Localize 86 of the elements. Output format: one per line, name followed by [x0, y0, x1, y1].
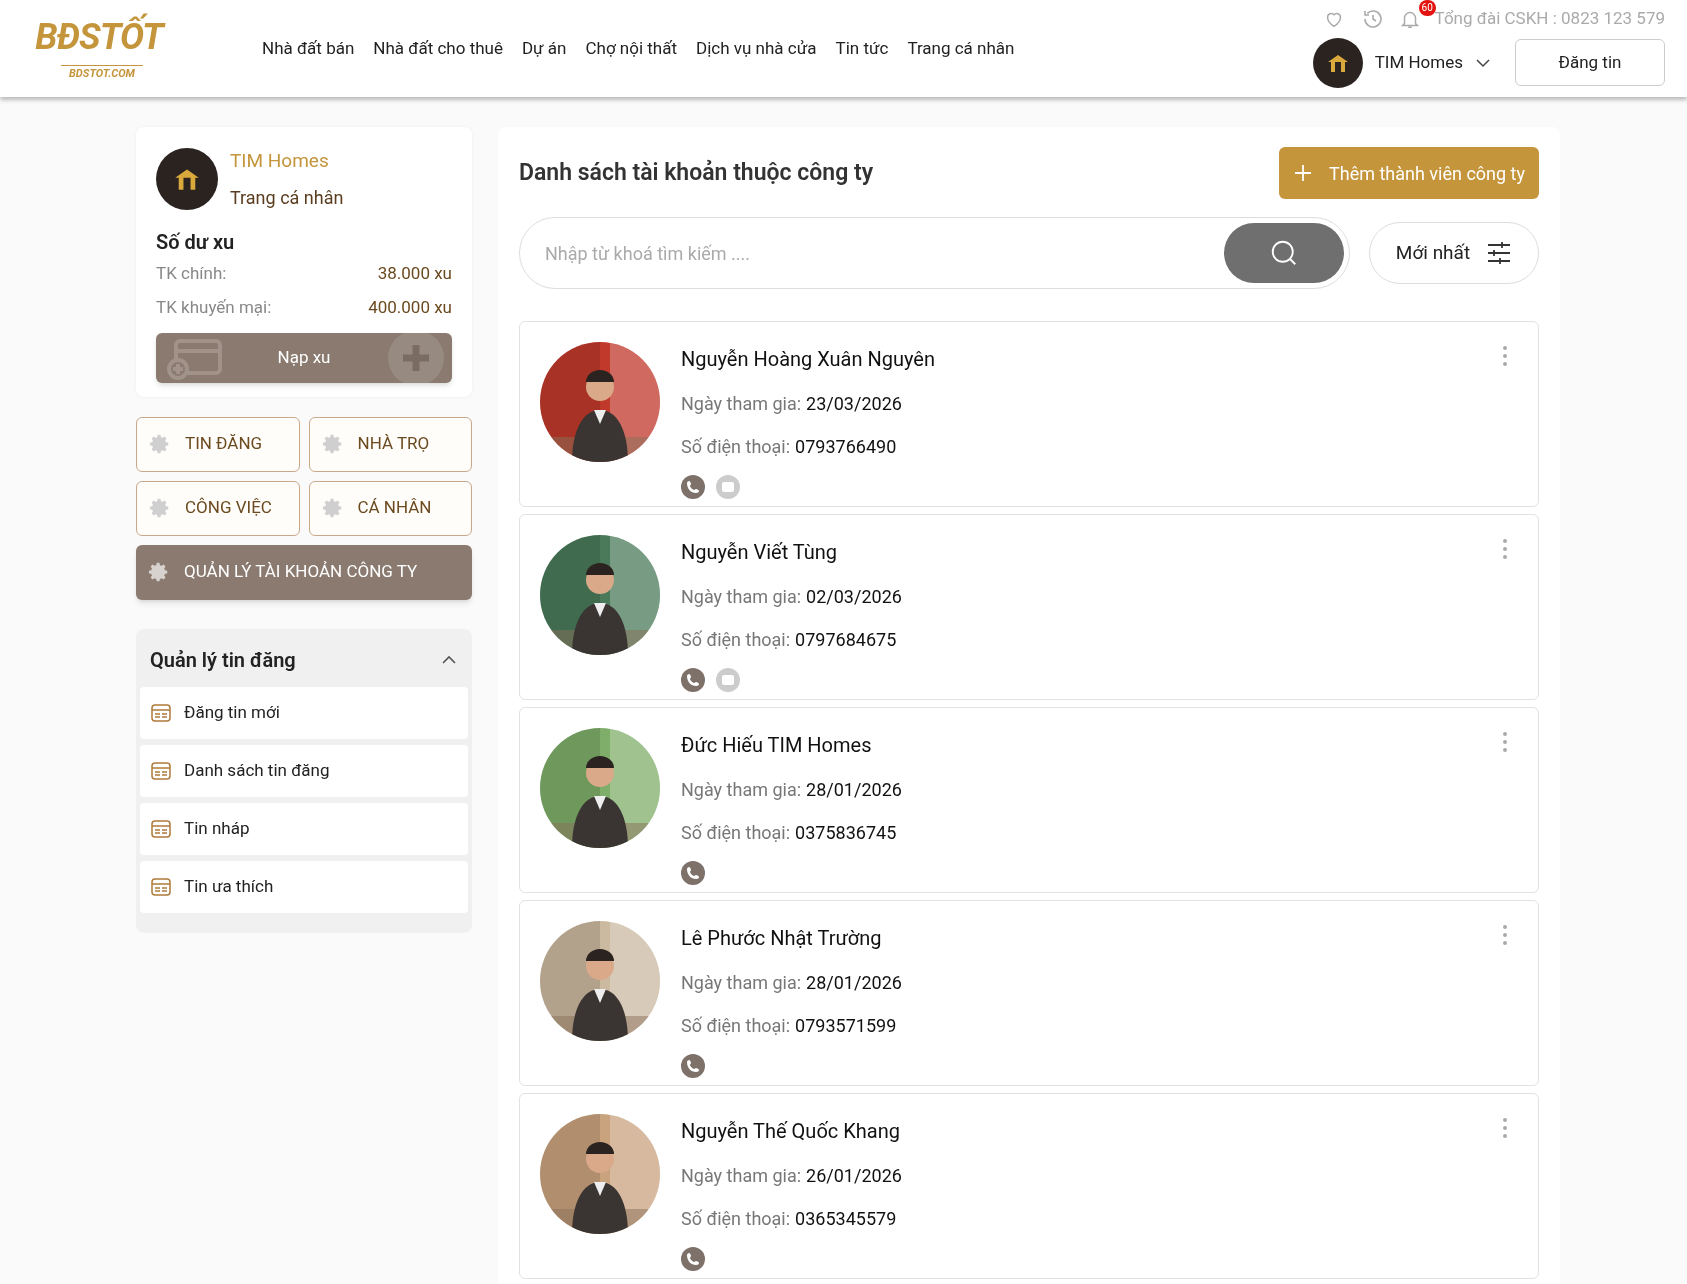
phone-number: 0375836745: [795, 821, 897, 845]
member-name: Nguyễn Viết Tùng: [681, 539, 839, 566]
phone-number-label: Số điện thoại:: [681, 435, 791, 459]
menu-item[interactable]: Tin ưa thích: [140, 860, 468, 913]
logo-domain: BDSTOT.COM: [61, 65, 143, 83]
balance-value: 400.000 xu: [368, 296, 452, 319]
phone-icon[interactable]: [681, 475, 705, 499]
phone-number-label: Số điện thoại:: [681, 628, 791, 652]
house-logo-icon: [1326, 53, 1349, 72]
filter-icon: [1486, 240, 1513, 266]
hotline-text: Tổng đài CSKH : 0823 123 579: [1434, 7, 1665, 30]
phone-icon[interactable]: [681, 1247, 705, 1271]
list-icon: [150, 701, 172, 724]
balance-label: TK chính:: [156, 261, 227, 285]
more-icon[interactable]: [1502, 925, 1508, 945]
menu-item[interactable]: Danh sách tin đăng: [140, 744, 468, 797]
join-date-label: Ngày tham gia:: [681, 392, 802, 416]
join-date: 23/03/2026: [806, 392, 902, 416]
phone-icon[interactable]: [681, 861, 705, 885]
phone-icon[interactable]: [681, 668, 705, 692]
notification-badge: 60: [1418, 0, 1436, 16]
search-button[interactable]: [1224, 223, 1344, 283]
search-icon: [1269, 238, 1299, 268]
page-title: Danh sách tài khoản thuộc công ty: [519, 157, 874, 188]
section-tab[interactable]: QUẢN LÝ TÀI KHOẢN CÔNG TY: [136, 544, 472, 600]
join-date-label: Ngày tham gia:: [681, 585, 802, 609]
phone-number: 0365345579: [795, 1207, 897, 1231]
member-name: Đức Hiếu TIM Homes: [681, 732, 873, 759]
section-tab[interactable]: TIN ĐĂNG: [136, 416, 300, 472]
join-date: 28/01/2026: [806, 971, 902, 995]
gear-icon: [149, 497, 171, 519]
post-button[interactable]: Đăng tin: [1515, 39, 1665, 86]
balance-value: 38.000 xu: [377, 261, 452, 285]
phone-number: 0797684675: [795, 628, 897, 652]
phone-number: 0793766490: [795, 435, 897, 459]
plus-icon: [1293, 163, 1313, 183]
balance-label: TK khuyến mại:: [156, 296, 272, 319]
phone-number-label: Số điện thoại:: [681, 821, 791, 845]
join-date: 02/03/2026: [806, 585, 902, 609]
more-icon[interactable]: [1502, 346, 1508, 366]
profile-name: TIM Homes: [230, 148, 330, 174]
phone-number-label: Số điện thoại:: [681, 1014, 791, 1038]
menu-item[interactable]: Đăng tin mới: [140, 686, 468, 739]
member-name: Nguyễn Thế Quốc Khang: [681, 1118, 901, 1145]
phone-number: 0793571599: [795, 1014, 897, 1038]
list-icon: [150, 817, 172, 840]
join-date: 26/01/2026: [806, 1164, 902, 1188]
user-menu[interactable]: TIM Homes: [1374, 49, 1491, 76]
join-date-label: Ngày tham gia:: [681, 1164, 802, 1188]
join-date-label: Ngày tham gia:: [681, 971, 802, 995]
more-icon[interactable]: [1502, 1118, 1508, 1138]
profile-link[interactable]: Trang cá nhân: [230, 183, 344, 211]
chat-icon[interactable]: [716, 475, 740, 499]
nav-link[interactable]: Dự án: [521, 35, 567, 62]
chat-icon[interactable]: [716, 668, 740, 692]
section-tab[interactable]: NHÀ TRỌ: [308, 416, 472, 472]
house-logo-icon: [174, 167, 200, 190]
section-tab[interactable]: CÁ NHÂN: [308, 480, 472, 536]
gear-icon: [321, 433, 344, 455]
nav-link[interactable]: Tin tức: [835, 35, 889, 62]
panel-title: Quản lý tin đăng: [150, 646, 296, 674]
plus-icon: [386, 332, 446, 383]
member-name: Lê Phước Nhật Trường: [681, 925, 883, 952]
card-icon: [164, 336, 224, 381]
section-tab[interactable]: CÔNG VIỆC: [136, 480, 300, 536]
list-icon: [150, 875, 172, 898]
list-icon: [150, 759, 172, 782]
nav-link[interactable]: Dịch vụ nhà cửa: [696, 35, 817, 62]
gear-icon: [148, 561, 170, 583]
join-date: 28/01/2026: [806, 778, 902, 802]
nav-link[interactable]: Trang cá nhân: [907, 35, 1015, 62]
nav-link[interactable]: Nhà đất cho thuê: [373, 35, 503, 62]
more-icon[interactable]: [1502, 732, 1508, 752]
balance-title: Số dư xu: [156, 228, 236, 256]
menu-item[interactable]: Tin nháp: [140, 802, 468, 855]
search-field[interactable]: Nhập từ khoá tìm kiếm ....: [545, 239, 1224, 267]
nav-link[interactable]: Chợ nội thất: [585, 35, 678, 62]
gear-icon: [321, 497, 344, 519]
phone-number-label: Số điện thoại:: [681, 1207, 791, 1231]
more-icon[interactable]: [1502, 539, 1508, 559]
gear-icon: [149, 433, 171, 455]
nav-link[interactable]: Nhà đất bán: [262, 35, 355, 62]
phone-icon[interactable]: [681, 1054, 705, 1078]
member-name: Nguyễn Hoàng Xuân Nguyên: [681, 346, 935, 373]
join-date-label: Ngày tham gia:: [681, 778, 802, 802]
topup-button[interactable]: Nạp xu: [156, 332, 452, 383]
